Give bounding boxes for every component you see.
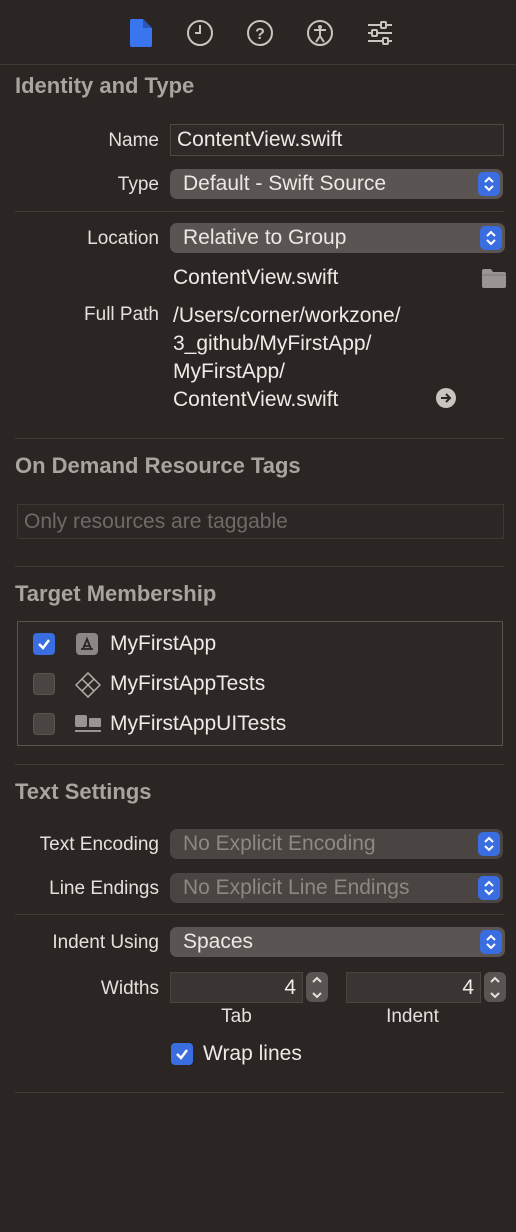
location-popup-value: Relative to Group — [183, 226, 347, 249]
reveal-in-finder-arrow-icon[interactable] — [436, 388, 456, 413]
divider — [15, 211, 504, 212]
target-checkbox[interactable] — [33, 673, 55, 695]
target-name: MyFirstApp — [110, 632, 217, 655]
type-label: Type — [117, 174, 159, 195]
indent-width-field[interactable]: 4 — [346, 972, 481, 1003]
app-icon — [76, 633, 98, 660]
text-encoding-popup[interactable]: No Explicit Encoding — [170, 829, 503, 859]
odr-section-title: On Demand Resource Tags — [15, 453, 301, 478]
location-label: Location — [87, 228, 159, 249]
stepper-up-icon — [490, 976, 500, 983]
tab-width-stepper[interactable] — [306, 972, 328, 1002]
stepper-down-icon — [490, 991, 500, 998]
indent-using-popup-value: Spaces — [183, 930, 254, 953]
tab-label: Tab — [221, 1006, 252, 1027]
full-path-line: MyFirstApp/ — [173, 360, 286, 383]
name-field[interactable]: ContentView.swift — [170, 124, 504, 156]
indent-label: Indent — [386, 1006, 439, 1027]
target-membership-section-title: Target Membership — [15, 581, 217, 606]
type-popup-value: Default - Swift Source — [183, 172, 387, 195]
text-encoding-label: Text Encoding — [39, 834, 159, 855]
target-checkbox[interactable] — [33, 713, 55, 735]
full-path-line: 3_github/MyFirstApp/ — [173, 332, 372, 355]
help-question-icon[interactable]: ? — [245, 17, 275, 49]
name-label: Name — [108, 130, 159, 151]
text-encoding-popup-value: No Explicit Encoding — [183, 832, 376, 855]
line-endings-label: Line Endings — [49, 878, 159, 899]
popup-arrows-icon — [478, 876, 500, 900]
sliders-icon[interactable] — [365, 17, 395, 49]
divider — [15, 438, 504, 439]
inspector-toolbar: ? — [0, 0, 516, 65]
indent-using-label: Indent Using — [52, 932, 159, 953]
widths-label: Widths — [100, 978, 159, 999]
popup-arrows-icon — [478, 832, 500, 856]
text-settings-section-title: Text Settings — [15, 779, 152, 804]
divider — [15, 914, 504, 915]
tab-width-field[interactable]: 4 — [170, 972, 303, 1003]
svg-text:?: ? — [255, 26, 265, 43]
divider — [15, 764, 504, 765]
test-bundle-icon — [74, 671, 102, 703]
history-clock-icon[interactable] — [185, 17, 215, 49]
indent-width-stepper[interactable] — [484, 972, 506, 1002]
folder-icon[interactable] — [481, 267, 507, 294]
popup-arrows-icon — [480, 226, 502, 250]
identity-section-title: Identity and Type — [15, 73, 195, 98]
wrap-lines-label: Wrap lines — [203, 1042, 302, 1065]
accessibility-icon[interactable] — [305, 17, 335, 49]
indent-using-popup[interactable]: Spaces — [170, 927, 505, 957]
divider — [15, 1092, 504, 1093]
line-endings-popup-value: No Explicit Line Endings — [183, 876, 410, 899]
full-path-value: /Users/corner/workzone/ 3_github/MyFirst… — [173, 302, 401, 414]
ui-test-bundle-icon — [74, 713, 102, 740]
type-popup[interactable]: Default - Swift Source — [170, 169, 503, 199]
popup-arrows-icon — [480, 930, 502, 954]
target-name: MyFirstAppTests — [110, 672, 266, 695]
popup-arrows-icon — [478, 172, 500, 196]
line-endings-popup[interactable]: No Explicit Line Endings — [170, 873, 503, 903]
location-popup[interactable]: Relative to Group — [170, 223, 505, 253]
target-checkbox[interactable] — [33, 633, 55, 655]
full-path-label: Full Path — [84, 304, 159, 325]
odr-tags-field[interactable]: Only resources are taggable — [17, 504, 504, 539]
full-path-line: ContentView.swift — [173, 388, 339, 411]
full-path-line: /Users/corner/workzone/ — [173, 304, 401, 327]
divider — [15, 566, 504, 567]
stepper-down-icon — [312, 991, 322, 998]
stepper-up-icon — [312, 976, 322, 983]
wrap-lines-checkbox[interactable] — [171, 1043, 193, 1065]
file-inspector-icon[interactable] — [126, 17, 156, 49]
file-name: ContentView.swift — [173, 266, 339, 289]
target-name: MyFirstAppUITests — [110, 712, 287, 735]
